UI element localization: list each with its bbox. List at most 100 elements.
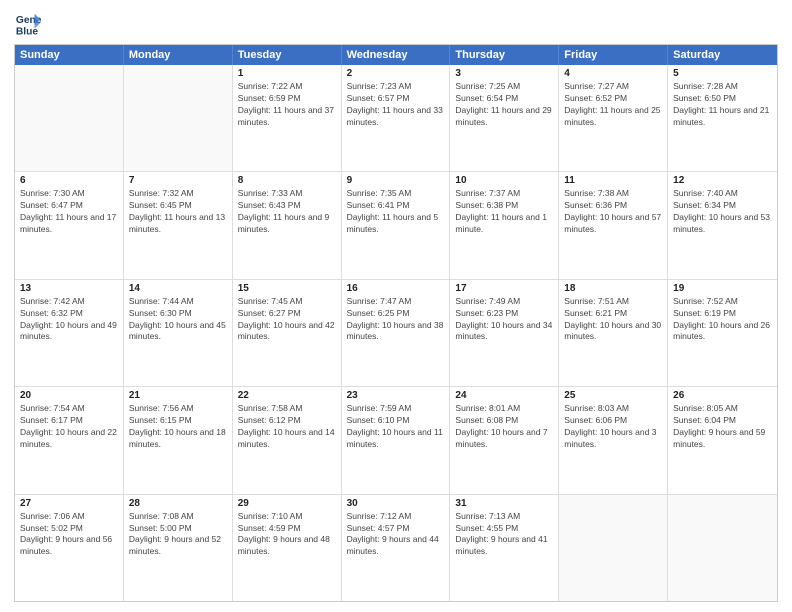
day-number: 21 (129, 390, 227, 401)
sunrise-text: Sunrise: 7:32 AM (129, 188, 227, 200)
calendar-cell: 30 Sunrise: 7:12 AM Sunset: 4:57 PM Dayl… (342, 495, 451, 601)
daylight-text: Daylight: 10 hours and 45 minutes. (129, 320, 227, 344)
sunrise-text: Sunrise: 8:03 AM (564, 403, 662, 415)
calendar-cell: 14 Sunrise: 7:44 AM Sunset: 6:30 PM Dayl… (124, 280, 233, 386)
daylight-text: Daylight: 10 hours and 18 minutes. (129, 427, 227, 451)
sunrise-text: Sunrise: 7:45 AM (238, 296, 336, 308)
sunrise-text: Sunrise: 7:25 AM (455, 81, 553, 93)
sunrise-text: Sunrise: 7:44 AM (129, 296, 227, 308)
day-number: 16 (347, 283, 445, 294)
day-number: 31 (455, 498, 553, 509)
daylight-text: Daylight: 9 hours and 56 minutes. (20, 534, 118, 558)
sunset-text: Sunset: 6:12 PM (238, 415, 336, 427)
calendar-cell: 31 Sunrise: 7:13 AM Sunset: 4:55 PM Dayl… (450, 495, 559, 601)
daylight-text: Daylight: 10 hours and 57 minutes. (564, 212, 662, 236)
daylight-text: Daylight: 11 hours and 1 minute. (455, 212, 553, 236)
day-number: 24 (455, 390, 553, 401)
sunrise-text: Sunrise: 7:59 AM (347, 403, 445, 415)
weekday-header: Wednesday (342, 45, 451, 65)
calendar-cell: 24 Sunrise: 8:01 AM Sunset: 6:08 PM Dayl… (450, 387, 559, 493)
sunrise-text: Sunrise: 7:28 AM (673, 81, 772, 93)
day-number: 20 (20, 390, 118, 401)
day-number: 30 (347, 498, 445, 509)
sunrise-text: Sunrise: 7:38 AM (564, 188, 662, 200)
day-number: 10 (455, 175, 553, 186)
sunset-text: Sunset: 6:06 PM (564, 415, 662, 427)
sunrise-text: Sunrise: 7:58 AM (238, 403, 336, 415)
sunset-text: Sunset: 6:32 PM (20, 308, 118, 320)
daylight-text: Daylight: 11 hours and 25 minutes. (564, 105, 662, 129)
sunset-text: Sunset: 5:02 PM (20, 523, 118, 535)
day-number: 14 (129, 283, 227, 294)
sunset-text: Sunset: 6:36 PM (564, 200, 662, 212)
calendar-cell (668, 495, 777, 601)
day-number: 29 (238, 498, 336, 509)
sunrise-text: Sunrise: 7:40 AM (673, 188, 772, 200)
sunrise-text: Sunrise: 7:13 AM (455, 511, 553, 523)
sunset-text: Sunset: 6:38 PM (455, 200, 553, 212)
sunset-text: Sunset: 4:59 PM (238, 523, 336, 535)
sunset-text: Sunset: 6:57 PM (347, 93, 445, 105)
day-number: 27 (20, 498, 118, 509)
sunset-text: Sunset: 6:21 PM (564, 308, 662, 320)
sunset-text: Sunset: 6:27 PM (238, 308, 336, 320)
day-number: 3 (455, 68, 553, 79)
calendar-cell: 18 Sunrise: 7:51 AM Sunset: 6:21 PM Dayl… (559, 280, 668, 386)
calendar-cell: 12 Sunrise: 7:40 AM Sunset: 6:34 PM Dayl… (668, 172, 777, 278)
daylight-text: Daylight: 10 hours and 53 minutes. (673, 212, 772, 236)
day-number: 13 (20, 283, 118, 294)
calendar-cell: 15 Sunrise: 7:45 AM Sunset: 6:27 PM Dayl… (233, 280, 342, 386)
sunset-text: Sunset: 6:19 PM (673, 308, 772, 320)
calendar-cell: 7 Sunrise: 7:32 AM Sunset: 6:45 PM Dayli… (124, 172, 233, 278)
sunset-text: Sunset: 6:04 PM (673, 415, 772, 427)
calendar-cell: 26 Sunrise: 8:05 AM Sunset: 6:04 PM Dayl… (668, 387, 777, 493)
day-number: 19 (673, 283, 772, 294)
sunrise-text: Sunrise: 7:42 AM (20, 296, 118, 308)
sunset-text: Sunset: 6:41 PM (347, 200, 445, 212)
sunrise-text: Sunrise: 7:12 AM (347, 511, 445, 523)
calendar-body: 1 Sunrise: 7:22 AM Sunset: 6:59 PM Dayli… (15, 65, 777, 601)
logo-icon: General Blue (14, 10, 42, 38)
logo: General Blue (14, 10, 42, 38)
calendar-cell: 8 Sunrise: 7:33 AM Sunset: 6:43 PM Dayli… (233, 172, 342, 278)
calendar-cell: 23 Sunrise: 7:59 AM Sunset: 6:10 PM Dayl… (342, 387, 451, 493)
weekday-header: Sunday (15, 45, 124, 65)
calendar-cell: 4 Sunrise: 7:27 AM Sunset: 6:52 PM Dayli… (559, 65, 668, 171)
day-number: 2 (347, 68, 445, 79)
calendar-row: 13 Sunrise: 7:42 AM Sunset: 6:32 PM Dayl… (15, 279, 777, 386)
calendar-cell: 9 Sunrise: 7:35 AM Sunset: 6:41 PM Dayli… (342, 172, 451, 278)
day-number: 26 (673, 390, 772, 401)
weekday-header: Friday (559, 45, 668, 65)
calendar-cell: 25 Sunrise: 8:03 AM Sunset: 6:06 PM Dayl… (559, 387, 668, 493)
daylight-text: Daylight: 10 hours and 49 minutes. (20, 320, 118, 344)
sunrise-text: Sunrise: 7:52 AM (673, 296, 772, 308)
calendar-cell: 19 Sunrise: 7:52 AM Sunset: 6:19 PM Dayl… (668, 280, 777, 386)
day-number: 15 (238, 283, 336, 294)
sunrise-text: Sunrise: 7:54 AM (20, 403, 118, 415)
sunset-text: Sunset: 6:34 PM (673, 200, 772, 212)
calendar-cell (124, 65, 233, 171)
day-number: 12 (673, 175, 772, 186)
sunrise-text: Sunrise: 7:27 AM (564, 81, 662, 93)
sunrise-text: Sunrise: 7:06 AM (20, 511, 118, 523)
daylight-text: Daylight: 11 hours and 13 minutes. (129, 212, 227, 236)
calendar: SundayMondayTuesdayWednesdayThursdayFrid… (14, 44, 778, 602)
sunrise-text: Sunrise: 7:56 AM (129, 403, 227, 415)
calendar-cell: 6 Sunrise: 7:30 AM Sunset: 6:47 PM Dayli… (15, 172, 124, 278)
calendar-cell: 27 Sunrise: 7:06 AM Sunset: 5:02 PM Dayl… (15, 495, 124, 601)
daylight-text: Daylight: 10 hours and 11 minutes. (347, 427, 445, 451)
daylight-text: Daylight: 9 hours and 52 minutes. (129, 534, 227, 558)
daylight-text: Daylight: 10 hours and 42 minutes. (238, 320, 336, 344)
day-number: 7 (129, 175, 227, 186)
day-number: 11 (564, 175, 662, 186)
calendar-cell: 29 Sunrise: 7:10 AM Sunset: 4:59 PM Dayl… (233, 495, 342, 601)
daylight-text: Daylight: 11 hours and 37 minutes. (238, 105, 336, 129)
sunrise-text: Sunrise: 7:51 AM (564, 296, 662, 308)
daylight-text: Daylight: 10 hours and 14 minutes. (238, 427, 336, 451)
calendar-cell: 3 Sunrise: 7:25 AM Sunset: 6:54 PM Dayli… (450, 65, 559, 171)
sunset-text: Sunset: 6:45 PM (129, 200, 227, 212)
calendar-cell: 13 Sunrise: 7:42 AM Sunset: 6:32 PM Dayl… (15, 280, 124, 386)
day-number: 6 (20, 175, 118, 186)
calendar-cell (559, 495, 668, 601)
daylight-text: Daylight: 11 hours and 9 minutes. (238, 212, 336, 236)
